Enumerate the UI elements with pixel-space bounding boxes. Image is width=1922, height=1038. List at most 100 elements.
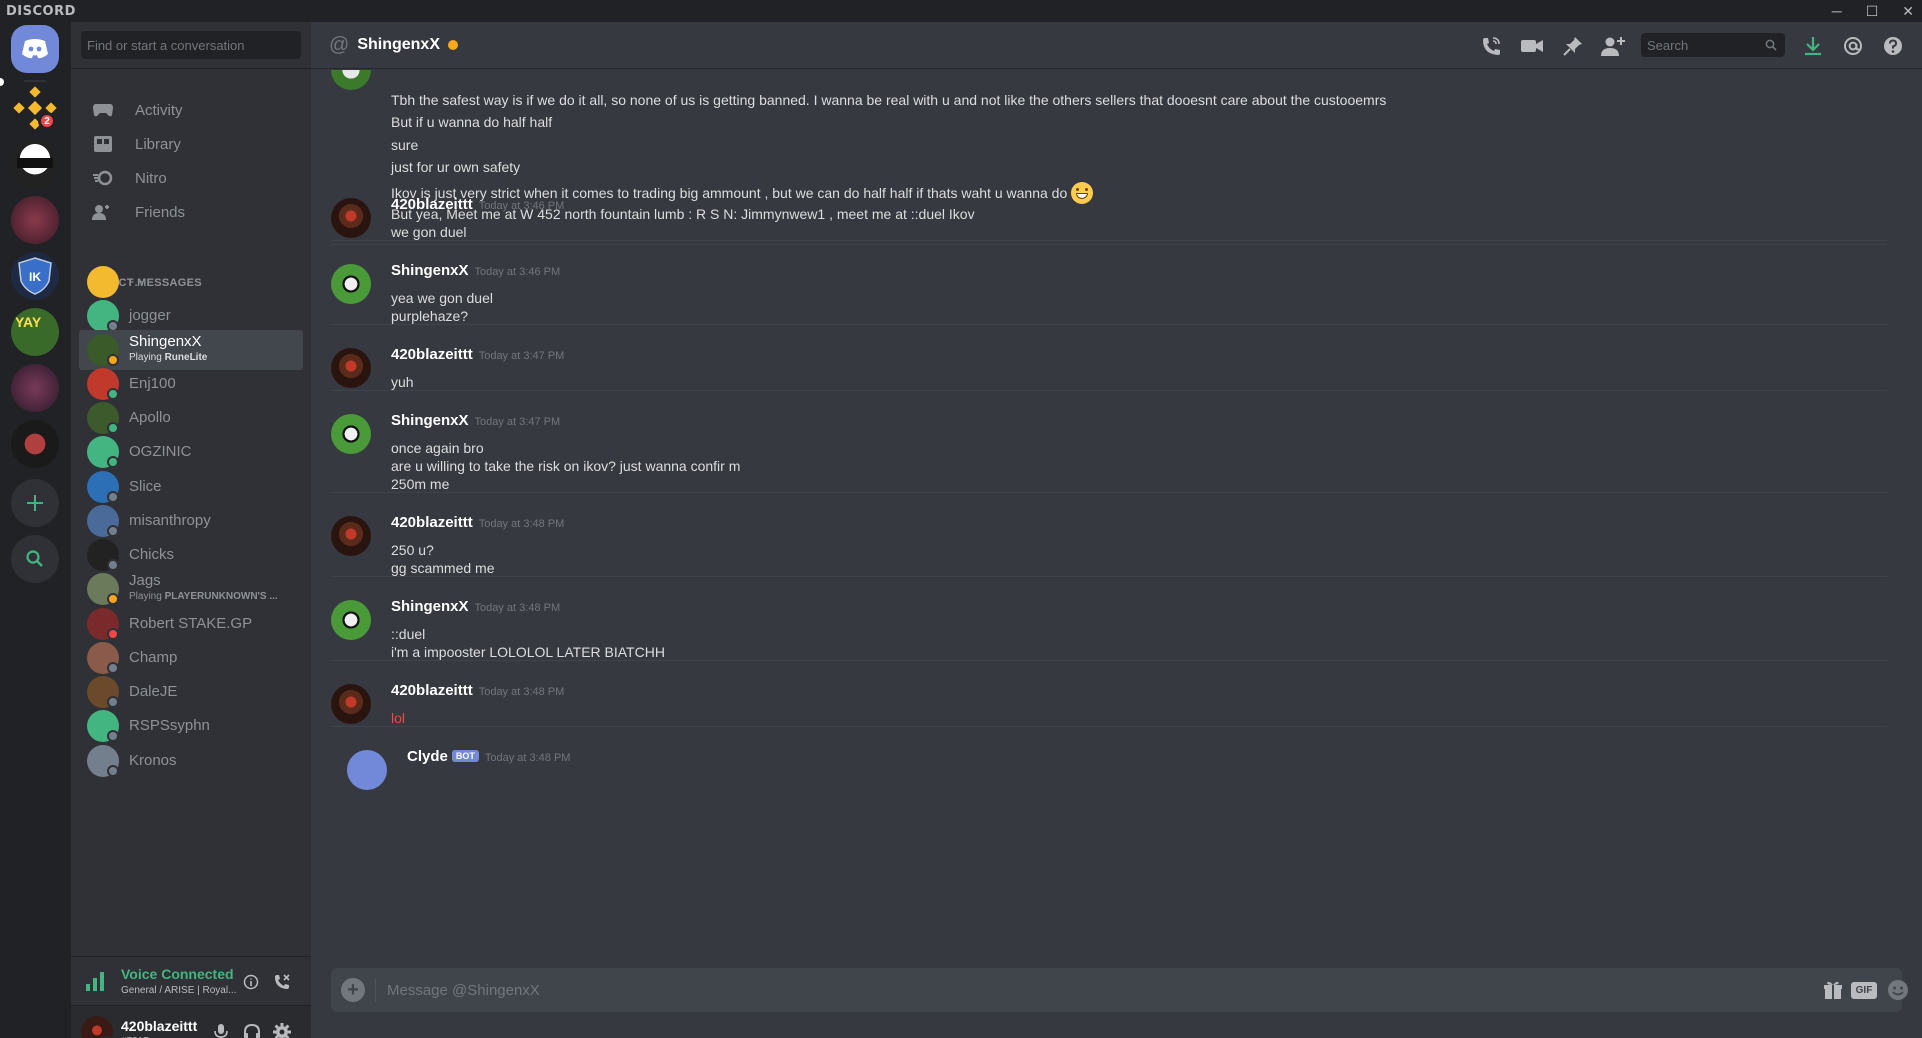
title-bar: DISCORD ─ ☐ ✕ xyxy=(0,0,1922,22)
author-avatar[interactable] xyxy=(331,70,371,90)
phone-call-icon xyxy=(1483,37,1500,55)
server-dark[interactable] xyxy=(11,364,59,412)
dm-name: -.- xyxy=(129,273,144,290)
add-server-button[interactable] xyxy=(11,479,59,527)
author-name[interactable]: 420blazeittt xyxy=(391,682,473,699)
disconnect-icon[interactable] xyxy=(273,973,291,991)
dm-activity: Playing PLAYERUNKNOWN'S ... xyxy=(129,591,278,602)
user-name: 420blazeittt xyxy=(121,1018,198,1034)
message-author[interactable]: ShingenxX Today at 3:48 PM xyxy=(391,598,560,615)
author-name[interactable]: ShingenxX xyxy=(391,262,469,279)
activity-prefix: Playing xyxy=(129,591,165,602)
start-video-call-button[interactable] xyxy=(1520,34,1544,58)
author-name[interactable]: 420blazeittt xyxy=(391,346,473,363)
message-list[interactable]: Tbh the safest way is if we do it all, s… xyxy=(311,70,1907,968)
home-button[interactable] xyxy=(11,25,59,73)
headphones-icon[interactable] xyxy=(243,1023,261,1038)
chat-search-wrap xyxy=(1641,33,1785,57)
message-text: ::duel xyxy=(391,626,426,642)
download-button[interactable] xyxy=(1801,34,1825,58)
info-icon[interactable] xyxy=(243,974,259,990)
message-author[interactable]: 420blazeittt Today at 3:47 PM xyxy=(391,346,564,363)
dm-item[interactable]: Jags Playing PLAYERUNKNOWN'S ... xyxy=(79,569,303,609)
explore-servers-button[interactable] xyxy=(11,535,59,583)
mentions-button[interactable] xyxy=(1841,34,1865,58)
composer-divider xyxy=(375,978,376,1002)
chat-search-input[interactable] xyxy=(1641,33,1761,57)
message-text: once again bro xyxy=(391,440,484,456)
author-avatar[interactable] xyxy=(331,414,371,454)
message-composer: + GIF xyxy=(331,968,1908,1012)
maximize-button[interactable]: ☐ xyxy=(1866,3,1879,20)
close-button[interactable]: ✕ xyxy=(1902,3,1914,20)
settings-gear-icon[interactable] xyxy=(273,1023,291,1038)
user-avatar[interactable] xyxy=(81,1016,113,1038)
dm-search-input[interactable] xyxy=(81,31,301,59)
message-input[interactable] xyxy=(387,968,1767,1012)
dm-item[interactable]: Kronos xyxy=(79,741,303,781)
nav-activity-label: Activity xyxy=(135,101,183,119)
dm-search-wrap xyxy=(71,22,311,69)
at-sign-icon: @ xyxy=(329,33,350,56)
gif-icon: GIF xyxy=(1850,981,1878,999)
author-avatar[interactable] xyxy=(347,750,387,790)
nav-friends[interactable]: Friends xyxy=(79,192,303,232)
author-avatar[interactable] xyxy=(331,516,371,556)
author-avatar[interactable] xyxy=(331,198,371,238)
author-avatar[interactable] xyxy=(331,264,371,304)
dm-item[interactable]: OGZINIC xyxy=(79,432,303,472)
dm-name: Kronos xyxy=(129,752,177,769)
author-avatar[interactable] xyxy=(331,348,371,388)
message-text: yuh xyxy=(391,374,414,390)
minimize-button[interactable]: ─ xyxy=(1832,3,1842,19)
notification-badge: 2 xyxy=(38,112,56,130)
video-camera-icon xyxy=(1521,40,1543,52)
message-author[interactable]: Clyde BOT Today at 3:48 PM xyxy=(407,748,570,765)
dm-activity: Playing RuneLite xyxy=(129,352,207,363)
microphone-icon[interactable] xyxy=(214,1023,228,1038)
message-author[interactable]: ShingenxX Today at 3:47 PM xyxy=(391,412,560,429)
message-text: Tbh the safest way is if we do it all, s… xyxy=(391,92,1387,108)
emoji-button[interactable] xyxy=(1886,978,1910,1002)
pinned-messages-button[interactable] xyxy=(1561,34,1585,58)
dm-name: DaleJE xyxy=(129,683,178,700)
dm-name: jogger xyxy=(129,307,171,324)
voice-channel[interactable]: General / ARISE | Royal... xyxy=(121,985,236,996)
signal-icon xyxy=(86,972,104,991)
dm-item[interactable]: RSPSsyphn xyxy=(79,706,303,746)
server-ikov[interactable]: IK xyxy=(11,252,59,300)
message-author[interactable]: 420blazeittt Today at 3:48 PM xyxy=(391,514,564,531)
add-friend-dm-button[interactable] xyxy=(1601,34,1625,58)
author-name[interactable]: Clyde xyxy=(407,748,448,765)
server-demolition[interactable] xyxy=(11,140,59,188)
server-castle[interactable] xyxy=(11,420,59,468)
idle-status-dot xyxy=(448,40,458,50)
help-button[interactable] xyxy=(1881,34,1905,58)
dm-sidebar: Activity Library Nitro Friends DIRECT ME… xyxy=(71,22,311,1038)
author-avatar[interactable] xyxy=(331,684,371,724)
dm-name: OGZINIC xyxy=(129,443,192,460)
gamepad-icon xyxy=(87,94,119,126)
author-avatar[interactable] xyxy=(331,600,371,640)
start-voice-call-button[interactable] xyxy=(1479,34,1503,58)
author-name[interactable]: ShingenxX xyxy=(391,412,469,429)
author-name[interactable]: ShingenxX xyxy=(391,598,469,615)
upload-plus-button[interactable]: + xyxy=(341,978,365,1002)
gif-button[interactable]: GIF xyxy=(1849,978,1879,1002)
message-author[interactable]: 420blazeittt Today at 3:48 PM xyxy=(391,682,564,699)
server-yay[interactable]: YAY xyxy=(11,308,59,356)
gift-button[interactable] xyxy=(1821,978,1845,1002)
message-divider xyxy=(331,324,1887,325)
dm-name: ShingenxX xyxy=(129,333,202,350)
message-author[interactable]: ShingenxX Today at 3:46 PM xyxy=(391,262,560,279)
activity-prefix: Playing xyxy=(129,352,165,363)
add-user-icon xyxy=(1601,37,1625,56)
user-panel: 420blazeittt #7317 xyxy=(71,1006,311,1038)
server-magic[interactable] xyxy=(11,196,59,244)
dm-name: Chicks xyxy=(129,546,175,563)
author-name[interactable]: 420blazeittt xyxy=(391,514,473,531)
message-text: But if u wanna do half half xyxy=(391,114,553,130)
dm-name: RSPSsyphn xyxy=(129,717,210,734)
author-name[interactable]: 420blazeittt xyxy=(391,196,473,213)
message-author[interactable]: 420blazeittt Today at 3:46 PM xyxy=(391,196,564,213)
